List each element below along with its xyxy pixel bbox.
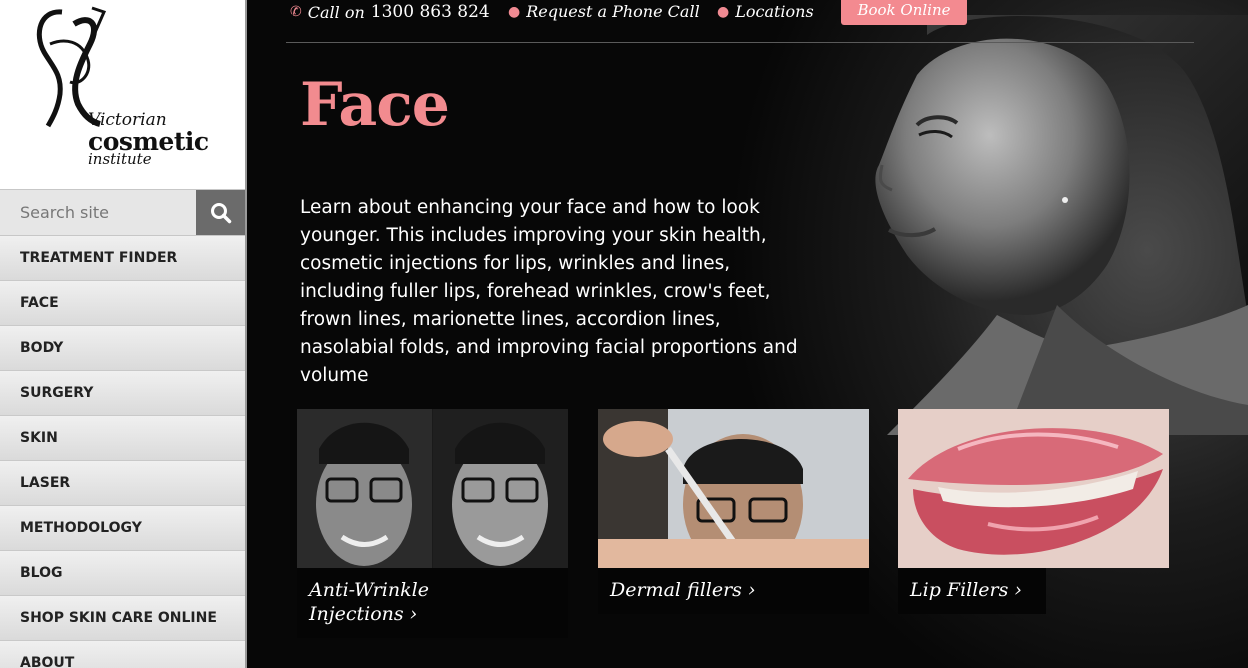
anti-wrinkle-before-after-image: [297, 409, 568, 568]
call-prefix: Call on: [307, 2, 365, 22]
card-lip-fillers[interactable]: Lip Fillers ›: [898, 409, 1169, 614]
page-title: Face: [300, 70, 450, 140]
nav-shop-skin-care[interactable]: SHOP SKIN CARE ONLINE: [0, 596, 245, 641]
call-link[interactable]: ✆ Call on 1300 863 824: [290, 2, 490, 22]
search-input[interactable]: Search site: [0, 190, 196, 235]
search-bar: Search site: [0, 189, 245, 236]
dermal-fillers-image: [598, 409, 869, 568]
card-anti-wrinkle-label: Anti-Wrinkle Injections ›: [297, 568, 568, 638]
card-dermal-fillers[interactable]: Dermal fillers ›: [598, 409, 869, 614]
card-label-line: Injections ›: [309, 603, 418, 625]
card-label-line: Dermal fillers ›: [610, 579, 756, 601]
nav-methodology[interactable]: METHODOLOGY: [0, 506, 245, 551]
nav-body[interactable]: BODY: [0, 326, 245, 371]
book-online-button[interactable]: Book Online: [841, 0, 967, 25]
request-call-label: Request a Phone Call: [526, 2, 700, 21]
nav-about[interactable]: ABOUT: [0, 641, 245, 668]
top-contact-bar: ✆ Call on 1300 863 824 ● Request a Phone…: [286, 0, 1194, 43]
nav-face[interactable]: FACE: [0, 281, 245, 326]
card-dermal-fillers-label: Dermal fillers ›: [598, 568, 869, 614]
locations-link[interactable]: ● Locations: [717, 2, 814, 21]
card-label-line: Anti-Wrinkle: [309, 579, 429, 601]
locations-label: Locations: [735, 2, 814, 21]
lip-fillers-image: [898, 409, 1169, 568]
card-lip-fillers-label: Lip Fillers ›: [898, 568, 1046, 614]
phone-number: 1300 863 824: [370, 2, 490, 22]
site-logo[interactable]: Victorian cosmetic institute: [0, 0, 245, 189]
chat-bubble-icon: ●: [717, 3, 730, 20]
sidebar: Victorian cosmetic institute Search site…: [0, 0, 247, 668]
phone-icon: ✆: [290, 4, 302, 20]
hero-description: Learn about enhancing your face and how …: [300, 197, 798, 386]
nav-laser[interactable]: LASER: [0, 461, 245, 506]
hero-portrait-image: [875, 15, 1248, 435]
card-anti-wrinkle[interactable]: Anti-Wrinkle Injections ›: [297, 409, 568, 638]
nav-blog[interactable]: BLOG: [0, 551, 245, 596]
main-content: ✆ Call on 1300 863 824 ● Request a Phone…: [247, 0, 1248, 668]
card-label-line: Lip Fillers ›: [910, 579, 1023, 601]
nav-surgery[interactable]: SURGERY: [0, 371, 245, 416]
chat-bubble-icon: ●: [508, 3, 521, 20]
logo-wordmark: Victorian cosmetic institute: [88, 112, 209, 167]
request-call-link[interactable]: ● Request a Phone Call: [508, 2, 700, 21]
search-button[interactable]: [196, 190, 245, 235]
nav-skin[interactable]: SKIN: [0, 416, 245, 461]
search-icon: [210, 202, 231, 223]
nav-treatment-finder[interactable]: TREATMENT FINDER: [0, 236, 245, 281]
